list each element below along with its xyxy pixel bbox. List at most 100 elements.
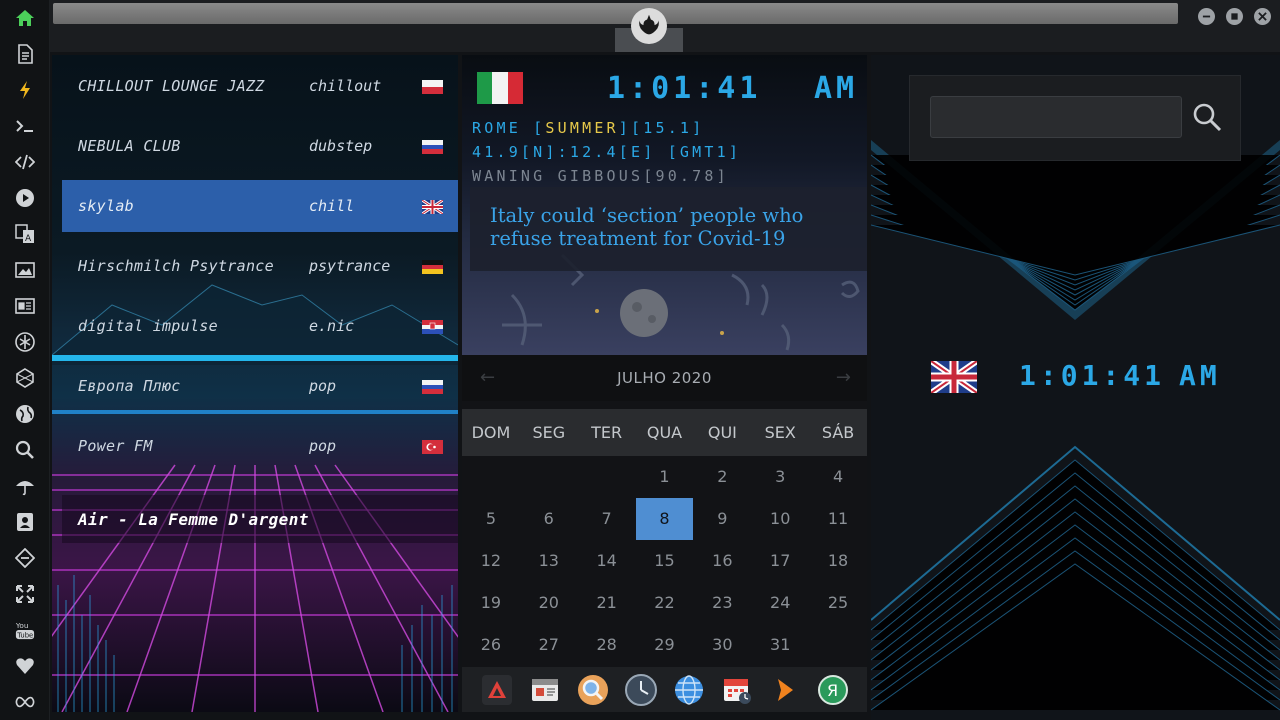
calendar-day[interactable]: 1 bbox=[636, 456, 694, 498]
calendar-day-today[interactable]: 8 bbox=[635, 498, 694, 540]
bolt-icon[interactable] bbox=[12, 77, 38, 103]
calendar-day[interactable]: 17 bbox=[751, 540, 809, 582]
uk-flag bbox=[931, 361, 977, 393]
calendar-day[interactable]: 28 bbox=[578, 624, 636, 666]
yandex-icon[interactable]: Я bbox=[817, 674, 849, 706]
calendar-day[interactable]: 10 bbox=[751, 498, 809, 540]
search-input[interactable] bbox=[930, 96, 1182, 138]
translate-icon[interactable]: A bbox=[12, 221, 38, 247]
calendar-day[interactable]: 27 bbox=[520, 624, 578, 666]
calendar-day[interactable]: 5 bbox=[462, 498, 520, 540]
expand-icon[interactable] bbox=[12, 581, 38, 607]
play-icon[interactable] bbox=[12, 185, 38, 211]
station-name: Европа Плюс bbox=[78, 377, 181, 395]
globe-icon[interactable] bbox=[12, 401, 38, 427]
clock-ampm: AM bbox=[814, 71, 859, 106]
calendar-day[interactable]: 13 bbox=[520, 540, 578, 582]
image-icon[interactable] bbox=[12, 257, 38, 283]
heart-icon[interactable] bbox=[12, 653, 38, 679]
document-icon[interactable] bbox=[12, 41, 38, 67]
calendar-day[interactable]: 31 bbox=[751, 624, 809, 666]
station-name: NEBULA CLUB bbox=[78, 137, 181, 155]
russia-flag-icon bbox=[422, 139, 443, 154]
code-icon[interactable] bbox=[12, 149, 38, 175]
calendar-day[interactable]: 15 bbox=[636, 540, 694, 582]
weekday-label: TER bbox=[591, 423, 623, 442]
now-playing-bar: Air - La Femme D'argent bbox=[62, 495, 458, 543]
anydesk-icon[interactable] bbox=[481, 674, 513, 706]
station-row[interactable]: Hirschmilch Psytrance psytrance bbox=[62, 240, 458, 292]
calendar-day[interactable]: 6 bbox=[520, 498, 578, 540]
calendar-day[interactable]: 4 bbox=[809, 456, 867, 498]
news-headline-box[interactable]: Italy could ‘section’ people who refuse … bbox=[470, 187, 867, 271]
game-icon[interactable] bbox=[12, 365, 38, 391]
now-playing-title: Air - La Femme D'argent bbox=[78, 509, 309, 529]
next-month-icon[interactable]: → bbox=[836, 367, 851, 388]
calendar-day[interactable]: 19 bbox=[462, 582, 520, 624]
calendar-day[interactable]: 9 bbox=[693, 498, 751, 540]
station-row[interactable]: Европа Плюс pop bbox=[62, 360, 458, 412]
youtube-icon[interactable]: You Tube bbox=[12, 617, 38, 643]
logo-tab[interactable] bbox=[615, 0, 683, 52]
calendar-day[interactable]: 2 bbox=[693, 456, 751, 498]
search-button[interactable] bbox=[1190, 100, 1224, 134]
station-row[interactable]: Power FM pop bbox=[62, 420, 458, 472]
calendar-day[interactable]: 29 bbox=[636, 624, 694, 666]
calendar-day[interactable]: 3 bbox=[751, 456, 809, 498]
station-genre: e.nic bbox=[309, 317, 355, 335]
clock-app-icon[interactable] bbox=[624, 673, 657, 706]
umbrella-icon[interactable] bbox=[12, 473, 38, 499]
station-name: Hirschmilch Psytrance bbox=[78, 257, 274, 275]
station-row[interactable]: skylab chill bbox=[62, 180, 458, 232]
station-row[interactable]: CHILLOUT LOUNGE JAZZ chillout bbox=[62, 60, 458, 112]
calendar-news-icon[interactable] bbox=[529, 674, 561, 706]
station-name: digital impulse bbox=[78, 317, 218, 335]
calendar-day[interactable]: 12 bbox=[462, 540, 520, 582]
weekday-label: SEG bbox=[532, 423, 566, 442]
sidebar: A You Tube bbox=[0, 0, 50, 720]
arrow-app-icon[interactable] bbox=[769, 674, 801, 706]
calendar-day[interactable]: 25 bbox=[809, 582, 867, 624]
minimize-button[interactable] bbox=[1198, 8, 1215, 25]
russia-flag-icon bbox=[422, 379, 443, 394]
infinity-icon[interactable] bbox=[12, 689, 38, 715]
rebel-emblem-icon bbox=[631, 8, 667, 44]
calendar-day[interactable]: 11 bbox=[809, 498, 867, 540]
desktop: A You Tube CHILLOUT LOUNGE JAZZ chillout… bbox=[0, 0, 1280, 720]
terminal-icon[interactable] bbox=[12, 113, 38, 139]
station-genre: pop bbox=[309, 437, 337, 455]
tag-icon[interactable] bbox=[12, 545, 38, 571]
calendar-day[interactable]: 26 bbox=[462, 624, 520, 666]
calendar-day[interactable]: 23 bbox=[693, 582, 751, 624]
secondary-clock-ampm: AM bbox=[1179, 359, 1221, 392]
search-icon[interactable] bbox=[12, 437, 38, 463]
calendar-day[interactable]: 16 bbox=[693, 540, 751, 582]
weekday-label: QUI bbox=[707, 423, 737, 442]
prev-month-icon[interactable]: ← bbox=[480, 367, 495, 388]
news-icon[interactable] bbox=[12, 293, 38, 319]
calendar-day[interactable]: 7 bbox=[578, 498, 636, 540]
weekday-label: QUA bbox=[646, 423, 683, 442]
rebel-icon[interactable] bbox=[12, 329, 38, 355]
calendar: ← JULHO 2020 → DOM SEG TER QUA QUI SEX SÁB 123… bbox=[462, 355, 867, 667]
station-row[interactable]: digital impulse e.nic bbox=[62, 300, 458, 352]
calendar-day[interactable]: 18 bbox=[809, 540, 867, 582]
home-icon[interactable] bbox=[12, 5, 38, 31]
maximize-button[interactable] bbox=[1226, 8, 1243, 25]
close-button[interactable] bbox=[1254, 8, 1271, 25]
search-app-icon[interactable] bbox=[577, 674, 609, 706]
search-box bbox=[909, 75, 1241, 161]
calendar-day[interactable]: 21 bbox=[578, 582, 636, 624]
contact-icon[interactable] bbox=[12, 509, 38, 535]
calendar-day[interactable]: 22 bbox=[636, 582, 694, 624]
station-row[interactable]: NEBULA CLUB dubstep bbox=[62, 120, 458, 172]
svg-text:A: A bbox=[25, 234, 32, 244]
station-genre: chillout bbox=[309, 77, 382, 95]
calendar-day[interactable]: 24 bbox=[751, 582, 809, 624]
calendar-day[interactable]: 30 bbox=[693, 624, 751, 666]
calendar-day[interactable]: 14 bbox=[578, 540, 636, 582]
calendar-day[interactable]: 20 bbox=[520, 582, 578, 624]
calendar-app-icon[interactable] bbox=[721, 674, 753, 706]
uk-flag-icon bbox=[421, 198, 444, 216]
globe-app-icon[interactable] bbox=[673, 674, 705, 706]
